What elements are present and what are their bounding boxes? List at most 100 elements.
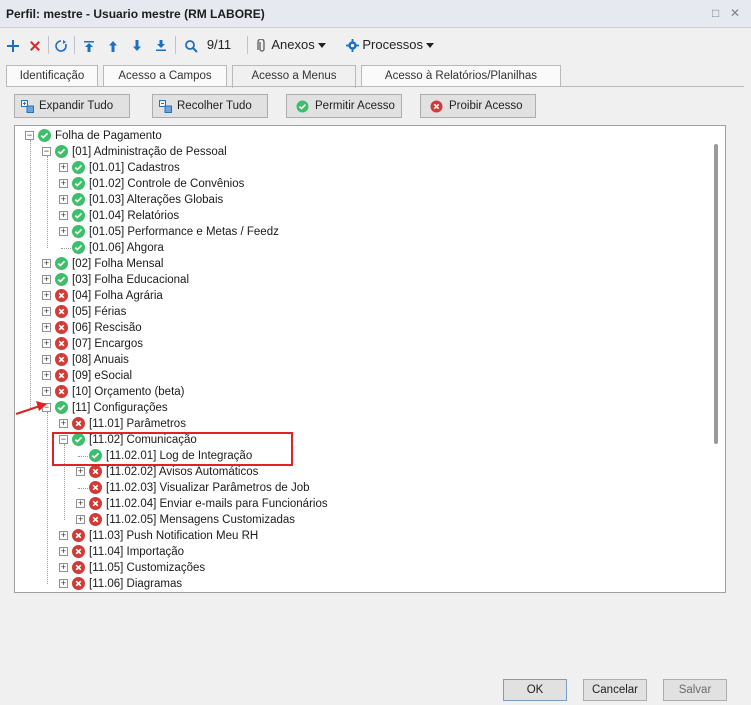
expand-icon[interactable]: + bbox=[42, 291, 51, 300]
x-circle-icon[interactable] bbox=[55, 385, 68, 398]
expand-icon[interactable]: + bbox=[59, 195, 68, 204]
x-circle-icon[interactable] bbox=[55, 305, 68, 318]
toolbar-separator bbox=[48, 36, 49, 54]
maximize-icon[interactable]: □ bbox=[708, 6, 724, 20]
plus-icon bbox=[7, 39, 19, 52]
deny-access-button[interactable]: Proibir Acesso bbox=[420, 94, 536, 118]
expand-icon[interactable]: + bbox=[59, 563, 68, 572]
expand-icon[interactable]: + bbox=[76, 467, 85, 476]
check-circle-icon[interactable] bbox=[55, 273, 68, 286]
x-circle-icon[interactable] bbox=[89, 497, 102, 510]
x-circle-icon[interactable] bbox=[72, 417, 85, 430]
expand-all-button[interactable]: Expandir Tudo bbox=[14, 94, 130, 118]
collapse-all-button[interactable]: Recolher Tudo bbox=[152, 94, 268, 118]
scrollbar-thumb[interactable] bbox=[714, 144, 718, 444]
menu-tree[interactable]: − Folha de Pagamento − [01] Administração d… bbox=[14, 125, 726, 593]
search-button[interactable] bbox=[181, 34, 201, 56]
x-circle-icon[interactable] bbox=[72, 561, 85, 574]
check-circle-icon[interactable] bbox=[72, 161, 85, 174]
x-circle-icon[interactable] bbox=[72, 545, 85, 558]
tree-node-label: [01.01] Cadastros bbox=[89, 162, 180, 174]
check-circle-icon[interactable] bbox=[55, 401, 68, 414]
save-button[interactable]: Salvar bbox=[663, 679, 727, 701]
x-circle-icon[interactable] bbox=[89, 513, 102, 526]
tree-node-label: [11.02.04] Enviar e-mails para Funcionár… bbox=[106, 498, 328, 510]
tree-node-label: [01.04] Relatórios bbox=[89, 210, 180, 222]
expand-icon[interactable]: + bbox=[59, 211, 68, 220]
refresh-button[interactable] bbox=[52, 34, 70, 56]
expand-icon[interactable]: + bbox=[76, 515, 85, 524]
expand-icon[interactable]: + bbox=[59, 547, 68, 556]
x-circle-icon[interactable] bbox=[55, 289, 68, 302]
next-record-button[interactable] bbox=[128, 34, 146, 56]
arrow-down-icon bbox=[133, 39, 141, 51]
expand-icon[interactable]: + bbox=[59, 227, 68, 236]
window-controls: □ ✕ bbox=[708, 6, 743, 20]
check-circle-icon[interactable] bbox=[72, 177, 85, 190]
tree-node-label: [11.02.02] Avisos Automáticos bbox=[106, 466, 259, 478]
tree-connector bbox=[78, 488, 88, 489]
tree-connector bbox=[47, 156, 48, 248]
close-icon[interactable]: ✕ bbox=[727, 6, 743, 20]
expand-tree-icon bbox=[21, 100, 34, 113]
collapse-all-label: Recolher Tudo bbox=[177, 100, 252, 112]
last-record-button[interactable] bbox=[152, 34, 170, 56]
x-circle-icon[interactable] bbox=[55, 337, 68, 350]
check-circle-icon[interactable] bbox=[72, 193, 85, 206]
tab-identificacao[interactable]: Identificação bbox=[6, 65, 98, 87]
x-circle-icon[interactable] bbox=[89, 465, 102, 478]
check-circle-icon[interactable] bbox=[72, 241, 85, 254]
check-circle-icon[interactable] bbox=[72, 225, 85, 238]
first-record-button[interactable] bbox=[80, 34, 98, 56]
expand-icon[interactable]: + bbox=[59, 531, 68, 540]
allow-access-button[interactable]: Permitir Acesso bbox=[286, 94, 402, 118]
previous-record-button[interactable] bbox=[104, 34, 122, 56]
x-circle-icon[interactable] bbox=[72, 529, 85, 542]
expand-icon[interactable]: + bbox=[42, 371, 51, 380]
collapse-icon[interactable]: − bbox=[25, 131, 34, 140]
expand-icon[interactable]: + bbox=[59, 579, 68, 588]
expand-icon[interactable]: + bbox=[42, 275, 51, 284]
expand-icon[interactable]: + bbox=[42, 323, 51, 332]
expand-icon[interactable]: + bbox=[59, 419, 68, 428]
tree-node-label: Folha de Pagamento bbox=[55, 130, 162, 142]
tab-acesso-relatorios[interactable]: Acesso à Relatórios/Planilhas bbox=[361, 65, 561, 87]
collapse-icon[interactable]: − bbox=[42, 147, 51, 156]
tree-node-label: [03] Folha Educacional bbox=[72, 274, 189, 286]
tree-node-label: [11.03] Push Notification Meu RH bbox=[89, 530, 259, 542]
tree-connector bbox=[47, 412, 48, 584]
gear-icon bbox=[346, 39, 359, 53]
check-circle-icon[interactable] bbox=[55, 257, 68, 270]
tab-acesso-menus[interactable]: Acesso a Menus bbox=[232, 65, 356, 88]
expand-icon[interactable]: + bbox=[42, 387, 51, 396]
ok-button[interactable]: OK bbox=[503, 679, 567, 701]
anexos-dropdown[interactable]: Anexos bbox=[256, 34, 340, 56]
expand-icon[interactable]: + bbox=[42, 355, 51, 364]
tree-scrollbar[interactable] bbox=[709, 126, 725, 592]
check-circle-icon[interactable] bbox=[55, 145, 68, 158]
arrow-up-icon bbox=[109, 40, 117, 52]
x-circle-icon[interactable] bbox=[72, 577, 85, 590]
x-circle-icon[interactable] bbox=[89, 481, 102, 494]
chevron-down-icon bbox=[318, 42, 327, 48]
tab-acesso-campos[interactable]: Acesso a Campos bbox=[103, 65, 227, 87]
tree-connector bbox=[30, 140, 31, 408]
anexos-label: Anexos bbox=[271, 37, 315, 52]
x-circle-icon[interactable] bbox=[55, 369, 68, 382]
delete-button[interactable] bbox=[26, 34, 44, 56]
x-circle-icon[interactable] bbox=[55, 353, 68, 366]
check-circle-icon[interactable] bbox=[72, 209, 85, 222]
expand-icon[interactable]: + bbox=[76, 499, 85, 508]
add-button[interactable] bbox=[4, 34, 22, 56]
expand-icon[interactable]: + bbox=[42, 307, 51, 316]
toolbar-separator bbox=[74, 36, 75, 54]
expand-icon[interactable]: + bbox=[59, 179, 68, 188]
x-circle-icon[interactable] bbox=[55, 321, 68, 334]
expand-icon[interactable]: + bbox=[42, 339, 51, 348]
processos-dropdown[interactable]: Processos bbox=[346, 34, 450, 56]
check-circle-icon[interactable] bbox=[38, 129, 51, 142]
expand-icon[interactable]: + bbox=[42, 259, 51, 268]
tree-node-label: [01.02] Controle de Convênios bbox=[89, 178, 245, 190]
cancel-button[interactable]: Cancelar bbox=[583, 679, 647, 701]
expand-icon[interactable]: + bbox=[59, 163, 68, 172]
